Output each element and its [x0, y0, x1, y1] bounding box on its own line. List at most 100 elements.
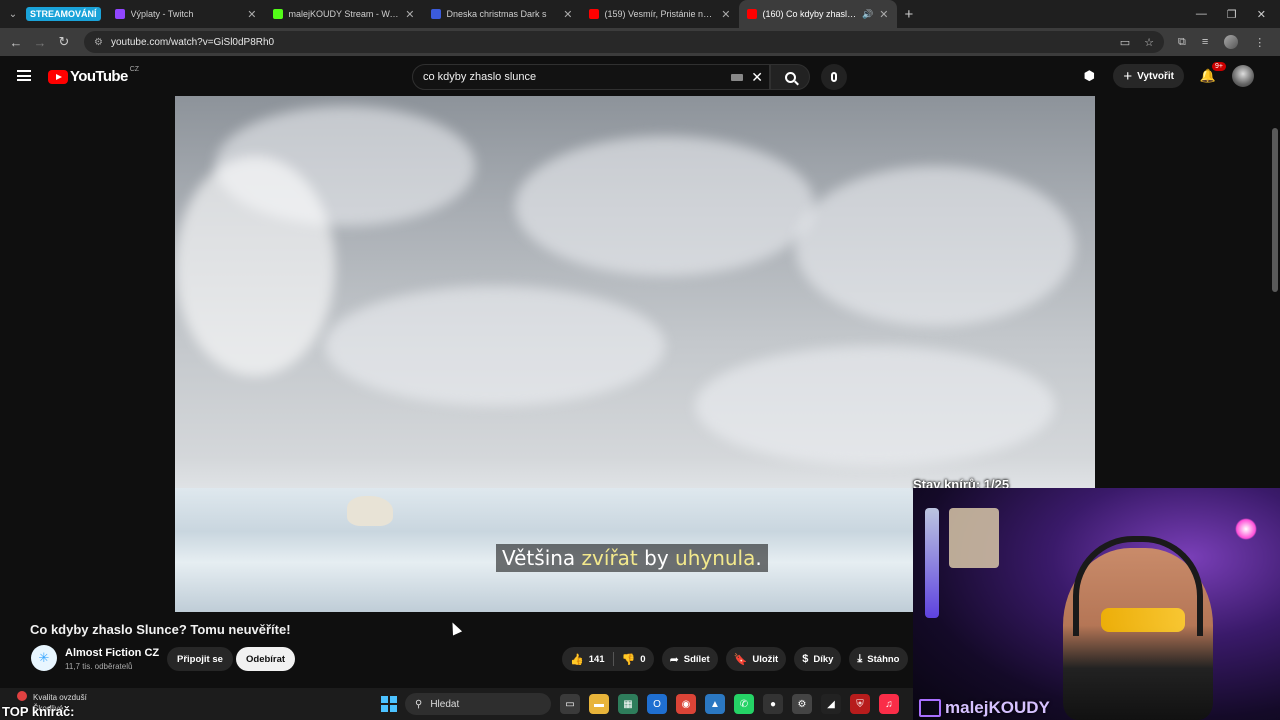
- like-count: 141: [588, 653, 605, 665]
- tab-title: (159) Vesmír, Pristánie na Mesi: [604, 9, 716, 19]
- youtube-favicon-icon: [746, 9, 757, 19]
- bookmark-icon: 🔖: [733, 653, 748, 666]
- cast-to-tv-icon[interactable]: ⬢: [1077, 64, 1101, 88]
- taskbar-apps: ▭ ▬ ▦ O ◉ ▲ ✆ ● ⚙ ◢ ⛨ ♫: [560, 694, 899, 714]
- outlook-icon[interactable]: O: [647, 694, 667, 714]
- join-button[interactable]: Připojit se: [167, 647, 233, 671]
- close-icon[interactable]: ✕: [879, 8, 888, 21]
- notification-count-badge: 9+: [1212, 62, 1226, 71]
- minimize-icon[interactable]: —: [1196, 8, 1207, 20]
- subscribe-button[interactable]: Odebírat: [236, 647, 296, 671]
- dislike-button[interactable]: 👎 0: [614, 653, 654, 666]
- browser-menu-icon[interactable]: ⋮: [1254, 36, 1265, 49]
- media-controls-icon[interactable]: ≡: [1202, 36, 1208, 48]
- weather-alert-icon: [17, 691, 27, 701]
- channel-avatar[interactable]: ✳: [31, 645, 57, 671]
- page-scrollbar[interactable]: [1270, 56, 1280, 488]
- share-button[interactable]: ➦ Sdílet: [661, 647, 718, 671]
- close-icon[interactable]: ✕: [247, 8, 256, 21]
- task-view-icon[interactable]: ▭: [560, 694, 580, 714]
- browser-tab-strip: ⌄ STREAMOVÁNÍ Výplaty - Twitch ✕ malejKO…: [0, 0, 1280, 28]
- search-input[interactable]: co kdyby zhaslo slunce ✕: [412, 64, 770, 90]
- forward-icon[interactable]: →: [28, 35, 52, 50]
- thanks-button[interactable]: $ Díky: [794, 647, 842, 671]
- music-icon[interactable]: ♫: [879, 694, 899, 714]
- voice-search-button[interactable]: [821, 64, 847, 90]
- tab-title: Výplaty - Twitch: [130, 9, 194, 19]
- browser-tab-active[interactable]: (160) Co kdyby zhaslo Slun 🔊 ✕: [738, 0, 897, 28]
- scrollbar-thumb[interactable]: [1272, 128, 1278, 292]
- download-icon: ⤓: [857, 652, 863, 665]
- channel-name[interactable]: Almost Fiction CZ: [65, 647, 159, 659]
- youtube-favicon-icon: [588, 9, 599, 19]
- search-query: co kdyby zhaslo slunce: [423, 71, 537, 83]
- browser-tab-christmas[interactable]: Dneska christmas Dark s ✕: [423, 0, 581, 28]
- create-button[interactable]: + Vytvořit: [1113, 64, 1184, 88]
- whatsapp-icon[interactable]: ✆: [734, 694, 754, 714]
- tab-title: Dneska christmas Dark s: [446, 9, 547, 19]
- top-mustache-label: TOP knírač:: [2, 704, 75, 719]
- menu-icon[interactable]: [17, 70, 31, 81]
- speaker-icon[interactable]: 🔊: [862, 9, 873, 20]
- profile-avatar[interactable]: [1224, 35, 1239, 49]
- browser-tab-twitch-payouts[interactable]: Výplaty - Twitch ✕: [107, 0, 265, 28]
- close-icon[interactable]: ✕: [405, 8, 414, 21]
- twitch-channel-name: malejKOUDY: [945, 698, 1050, 717]
- youtube-wordmark: YouTube: [70, 68, 128, 85]
- address-bar[interactable]: ⚙ youtube.com/watch?v=GiSl0dP8Rh0 ▭ ☆: [84, 31, 1164, 53]
- site-info-icon[interactable]: ⚙: [94, 37, 103, 48]
- cast-icon[interactable]: ▭: [1120, 36, 1130, 49]
- youtube-header: YouTube CZ co kdyby zhaslo slunce ✕ ⬢ + …: [0, 56, 1280, 96]
- close-window-icon[interactable]: ✕: [1257, 8, 1266, 21]
- reload-icon[interactable]: ↻: [52, 34, 76, 50]
- video-title: Co kdyby zhaslo Slunce? Tomu neuvěříte!: [30, 622, 291, 637]
- webcam-overlay: malejKOUDY: [913, 488, 1280, 720]
- favicon-icon: [430, 9, 441, 19]
- steam-icon[interactable]: ⚙: [792, 694, 812, 714]
- thumbs-up-icon: 👍: [570, 653, 584, 666]
- taskbar-search[interactable]: ⚲ Hledat: [405, 693, 551, 715]
- video-actions: 👍 141 👎 0 ➦ Sdílet 🔖 Uložit $ Díky ⤓ Stá…: [562, 647, 908, 671]
- browser-tab-kick-stream[interactable]: malejKOUDY Stream - Watch Li ✕: [265, 0, 423, 28]
- browser-toolbar: ← → ↻ ⚙ youtube.com/watch?v=GiSl0dP8Rh0 …: [0, 28, 1280, 56]
- antivirus-icon[interactable]: ⛨: [850, 694, 870, 714]
- tab-title: malejKOUDY Stream - Watch Li: [288, 9, 400, 19]
- chrome-icon[interactable]: ◉: [676, 694, 696, 714]
- share-arrow-icon: ➦: [669, 653, 679, 666]
- url-text: youtube.com/watch?v=GiSl0dP8Rh0: [110, 36, 275, 48]
- close-icon[interactable]: ✕: [563, 8, 572, 21]
- clear-search-icon[interactable]: ✕: [751, 69, 763, 86]
- subscriber-count: 11,7 tis. odběratelů: [65, 662, 133, 671]
- obs-icon[interactable]: ●: [763, 694, 783, 714]
- notifications-bell-icon[interactable]: 🔔 9+: [1196, 62, 1226, 88]
- maximize-icon[interactable]: ❐: [1227, 8, 1237, 21]
- thumbs-down-icon: 👎: [621, 653, 636, 666]
- back-icon[interactable]: ←: [4, 35, 28, 50]
- extensions-icon[interactable]: ⧉: [1178, 36, 1186, 49]
- youtube-play-icon: [48, 69, 68, 84]
- search-button[interactable]: [770, 64, 810, 90]
- twitch-logo-icon: [919, 699, 941, 717]
- streaming-app-icon[interactable]: ◢: [821, 694, 841, 714]
- like-button[interactable]: 👍 141: [562, 653, 613, 666]
- keyboard-icon[interactable]: [731, 73, 744, 81]
- kick-favicon-icon: [272, 9, 283, 19]
- new-tab-button[interactable]: +: [897, 6, 922, 23]
- bookmark-star-icon[interactable]: ☆: [1144, 36, 1154, 49]
- search-icon: [784, 71, 796, 83]
- save-button[interactable]: 🔖 Uložit: [725, 647, 787, 671]
- photos-icon[interactable]: ▲: [705, 694, 725, 714]
- tab-search-button[interactable]: ⌄: [0, 3, 26, 25]
- tab-title: (160) Co kdyby zhaslo Slun: [762, 9, 859, 19]
- close-icon[interactable]: ✕: [721, 8, 730, 21]
- store-icon[interactable]: ▦: [618, 694, 638, 714]
- file-explorer-icon[interactable]: ▬: [589, 694, 609, 714]
- account-avatar[interactable]: [1232, 65, 1254, 87]
- windows-start-icon[interactable]: [381, 696, 397, 712]
- video-subtitle: Většina zvířat by uhynula.: [496, 544, 768, 572]
- browser-tab-vesmir[interactable]: (159) Vesmír, Pristánie na Mesi ✕: [581, 0, 739, 28]
- download-button[interactable]: ⤓ Stáhno: [849, 647, 908, 671]
- mouse-cursor: [447, 620, 463, 636]
- search-icon: ⚲: [415, 698, 423, 710]
- youtube-logo[interactable]: YouTube CZ: [48, 66, 139, 85]
